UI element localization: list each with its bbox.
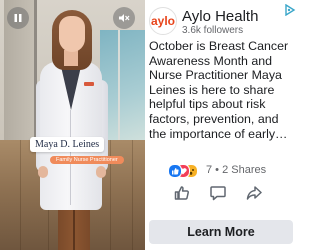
- post-text[interactable]: October is Breast Cancer Awareness Month…: [149, 39, 295, 141]
- engagement-counts[interactable]: 7 • 2 Shares: [206, 164, 266, 176]
- share-button[interactable]: [245, 184, 263, 202]
- learn-more-button[interactable]: Learn More: [149, 220, 293, 244]
- pause-button[interactable]: [7, 7, 29, 29]
- video-title-caption: Family Nurse Practitioner: [50, 156, 124, 164]
- video-player[interactable]: Maya D. Leines Family Nurse Practitioner: [0, 0, 145, 250]
- video-name-caption: Maya D. Leines: [30, 137, 105, 152]
- floor-plank-line: [132, 140, 133, 250]
- muted-speaker-icon: [119, 14, 130, 22]
- person-face: [59, 16, 85, 52]
- person-hand-right: [96, 166, 106, 178]
- like-icon: [174, 186, 189, 200]
- comment-button[interactable]: [209, 184, 227, 202]
- like-button[interactable]: [173, 184, 191, 202]
- brand-name[interactable]: Aylo Health: [182, 8, 258, 25]
- person-hand-left: [38, 166, 48, 178]
- coat-logo: [84, 82, 94, 86]
- like-icon: [168, 164, 182, 178]
- video-window-bar: [118, 30, 120, 140]
- comment-icon: [210, 186, 226, 201]
- adchoices-icon[interactable]: [284, 3, 296, 17]
- person-neck: [64, 50, 78, 66]
- follower-count: 3.6k followers: [182, 25, 244, 36]
- share-icon: [246, 186, 262, 200]
- pause-icon: [14, 14, 22, 22]
- ad-unit: Maya D. Leines Family Nurse Practitioner…: [0, 0, 300, 250]
- brand-avatar[interactable]: aylo: [149, 7, 177, 35]
- floor-plank-line: [20, 140, 21, 250]
- mute-button[interactable]: [113, 7, 135, 29]
